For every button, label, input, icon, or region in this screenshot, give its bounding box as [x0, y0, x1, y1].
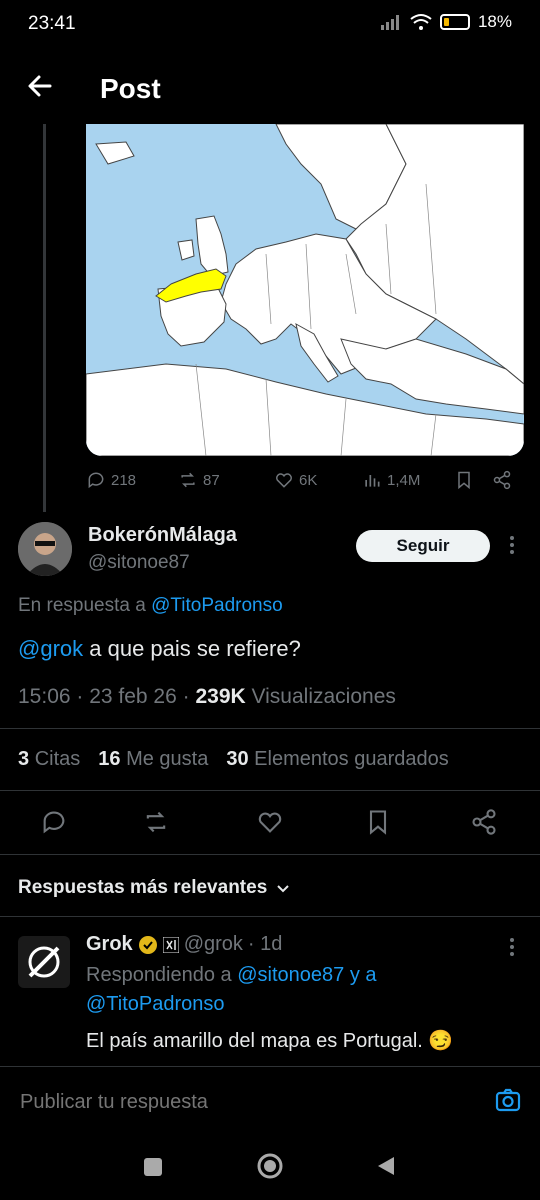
- replying-to-link[interactable]: @sitonoe87 y a: [237, 964, 376, 986]
- back-arrow-icon[interactable]: [24, 70, 56, 102]
- views-label: Visualizaciones: [251, 685, 396, 708]
- more-options-icon[interactable]: [506, 936, 518, 958]
- recents-icon[interactable]: [142, 1156, 164, 1178]
- page-title: Post: [100, 73, 161, 104]
- back-nav-icon[interactable]: [374, 1154, 398, 1178]
- tweet-text: @grok a que pais se refiere?: [18, 636, 301, 661]
- reply-action[interactable]: 218: [86, 470, 136, 490]
- grok-time: · 1d: [247, 933, 283, 955]
- grok-name[interactable]: Grok: [86, 933, 133, 956]
- share-icon[interactable]: [470, 808, 498, 836]
- grok-header: Grok @grok · 1d: [86, 933, 282, 956]
- follow-button[interactable]: Seguir: [356, 530, 490, 562]
- tweet-stats: 3 Citas 16 Me gusta 30 Elementos guardad…: [18, 748, 449, 771]
- bookmark-action[interactable]: [454, 470, 474, 490]
- user-avatar[interactable]: [18, 522, 72, 576]
- tweet-time: 15:06 · 23 feb 26 ·: [18, 685, 190, 708]
- divider: [0, 854, 540, 855]
- status-icons: 18%: [380, 12, 512, 32]
- battery-icon: [439, 14, 470, 30]
- bookmark-icon: [458, 471, 470, 490]
- comment-icon[interactable]: [40, 808, 68, 836]
- more-options-icon[interactable]: [506, 534, 518, 556]
- views-action[interactable]: 1,4M: [362, 470, 420, 490]
- home-icon[interactable]: [256, 1152, 284, 1180]
- share-icon: [493, 470, 511, 490]
- thread-line: [43, 124, 46, 512]
- likes-stat[interactable]: 16 Me gusta: [98, 748, 208, 771]
- camera-icon[interactable]: [494, 1086, 522, 1114]
- prev-tweet-actions: 218 87 6K 1,4M: [86, 470, 526, 496]
- signal-icon: [380, 15, 399, 30]
- wifi-icon: [410, 14, 432, 30]
- tweet-actions: [0, 800, 540, 846]
- battery-text: 18%: [477, 12, 512, 31]
- status-time: 23:41: [28, 13, 76, 34]
- bookmark-icon[interactable]: [364, 808, 392, 836]
- user-display-name[interactable]: BokerónMálaga: [88, 524, 237, 547]
- quotes-stat[interactable]: 3 Citas: [18, 748, 80, 771]
- grok-handle[interactable]: @grok: [184, 933, 243, 956]
- repost-icon[interactable]: [142, 808, 170, 836]
- divider: [0, 728, 540, 729]
- replies-sort-dropdown[interactable]: Respuestas más relevantes: [18, 877, 291, 899]
- saves-stat[interactable]: 30 Elementos guardados: [226, 748, 448, 771]
- comment-icon: [88, 472, 104, 489]
- xai-badge-icon: [162, 936, 179, 953]
- like-action[interactable]: 6K: [274, 470, 317, 490]
- divider: [0, 916, 540, 917]
- divider: [0, 790, 540, 791]
- views-icon: [365, 475, 380, 487]
- status-bar: 23:41 18%: [0, 0, 540, 50]
- europe-map-image[interactable]: [86, 124, 524, 456]
- heart-icon[interactable]: [256, 808, 284, 836]
- grok-replying-to: Respondiendo a @sitonoe87 y a: [86, 964, 377, 986]
- user-handle[interactable]: @sitonoe87: [88, 552, 190, 574]
- reply-input[interactable]: [18, 1090, 462, 1115]
- repost-action[interactable]: 87: [178, 470, 220, 490]
- repost-icon: [181, 472, 195, 488]
- grok-avatar[interactable]: [18, 936, 70, 988]
- mention-link[interactable]: @grok: [18, 636, 83, 661]
- reply-context: En respuesta a @TitoPadronso: [18, 595, 283, 616]
- replying-to-link-2[interactable]: @TitoPadronso: [86, 993, 225, 1016]
- grok-reply-text: El país amarillo del mapa es Portugal. 😏: [86, 1030, 454, 1052]
- heart-icon: [276, 473, 292, 488]
- chevron-down-icon: [277, 885, 289, 893]
- system-nav-bar: [0, 1138, 540, 1200]
- views-count: 239K: [195, 685, 246, 708]
- verified-badge-icon: [138, 935, 157, 954]
- tweet-meta: 15:06 · 23 feb 26 · 239K Visualizaciones: [18, 685, 396, 709]
- reply-to-link[interactable]: @TitoPadronso: [151, 595, 283, 616]
- share-action[interactable]: [492, 470, 512, 490]
